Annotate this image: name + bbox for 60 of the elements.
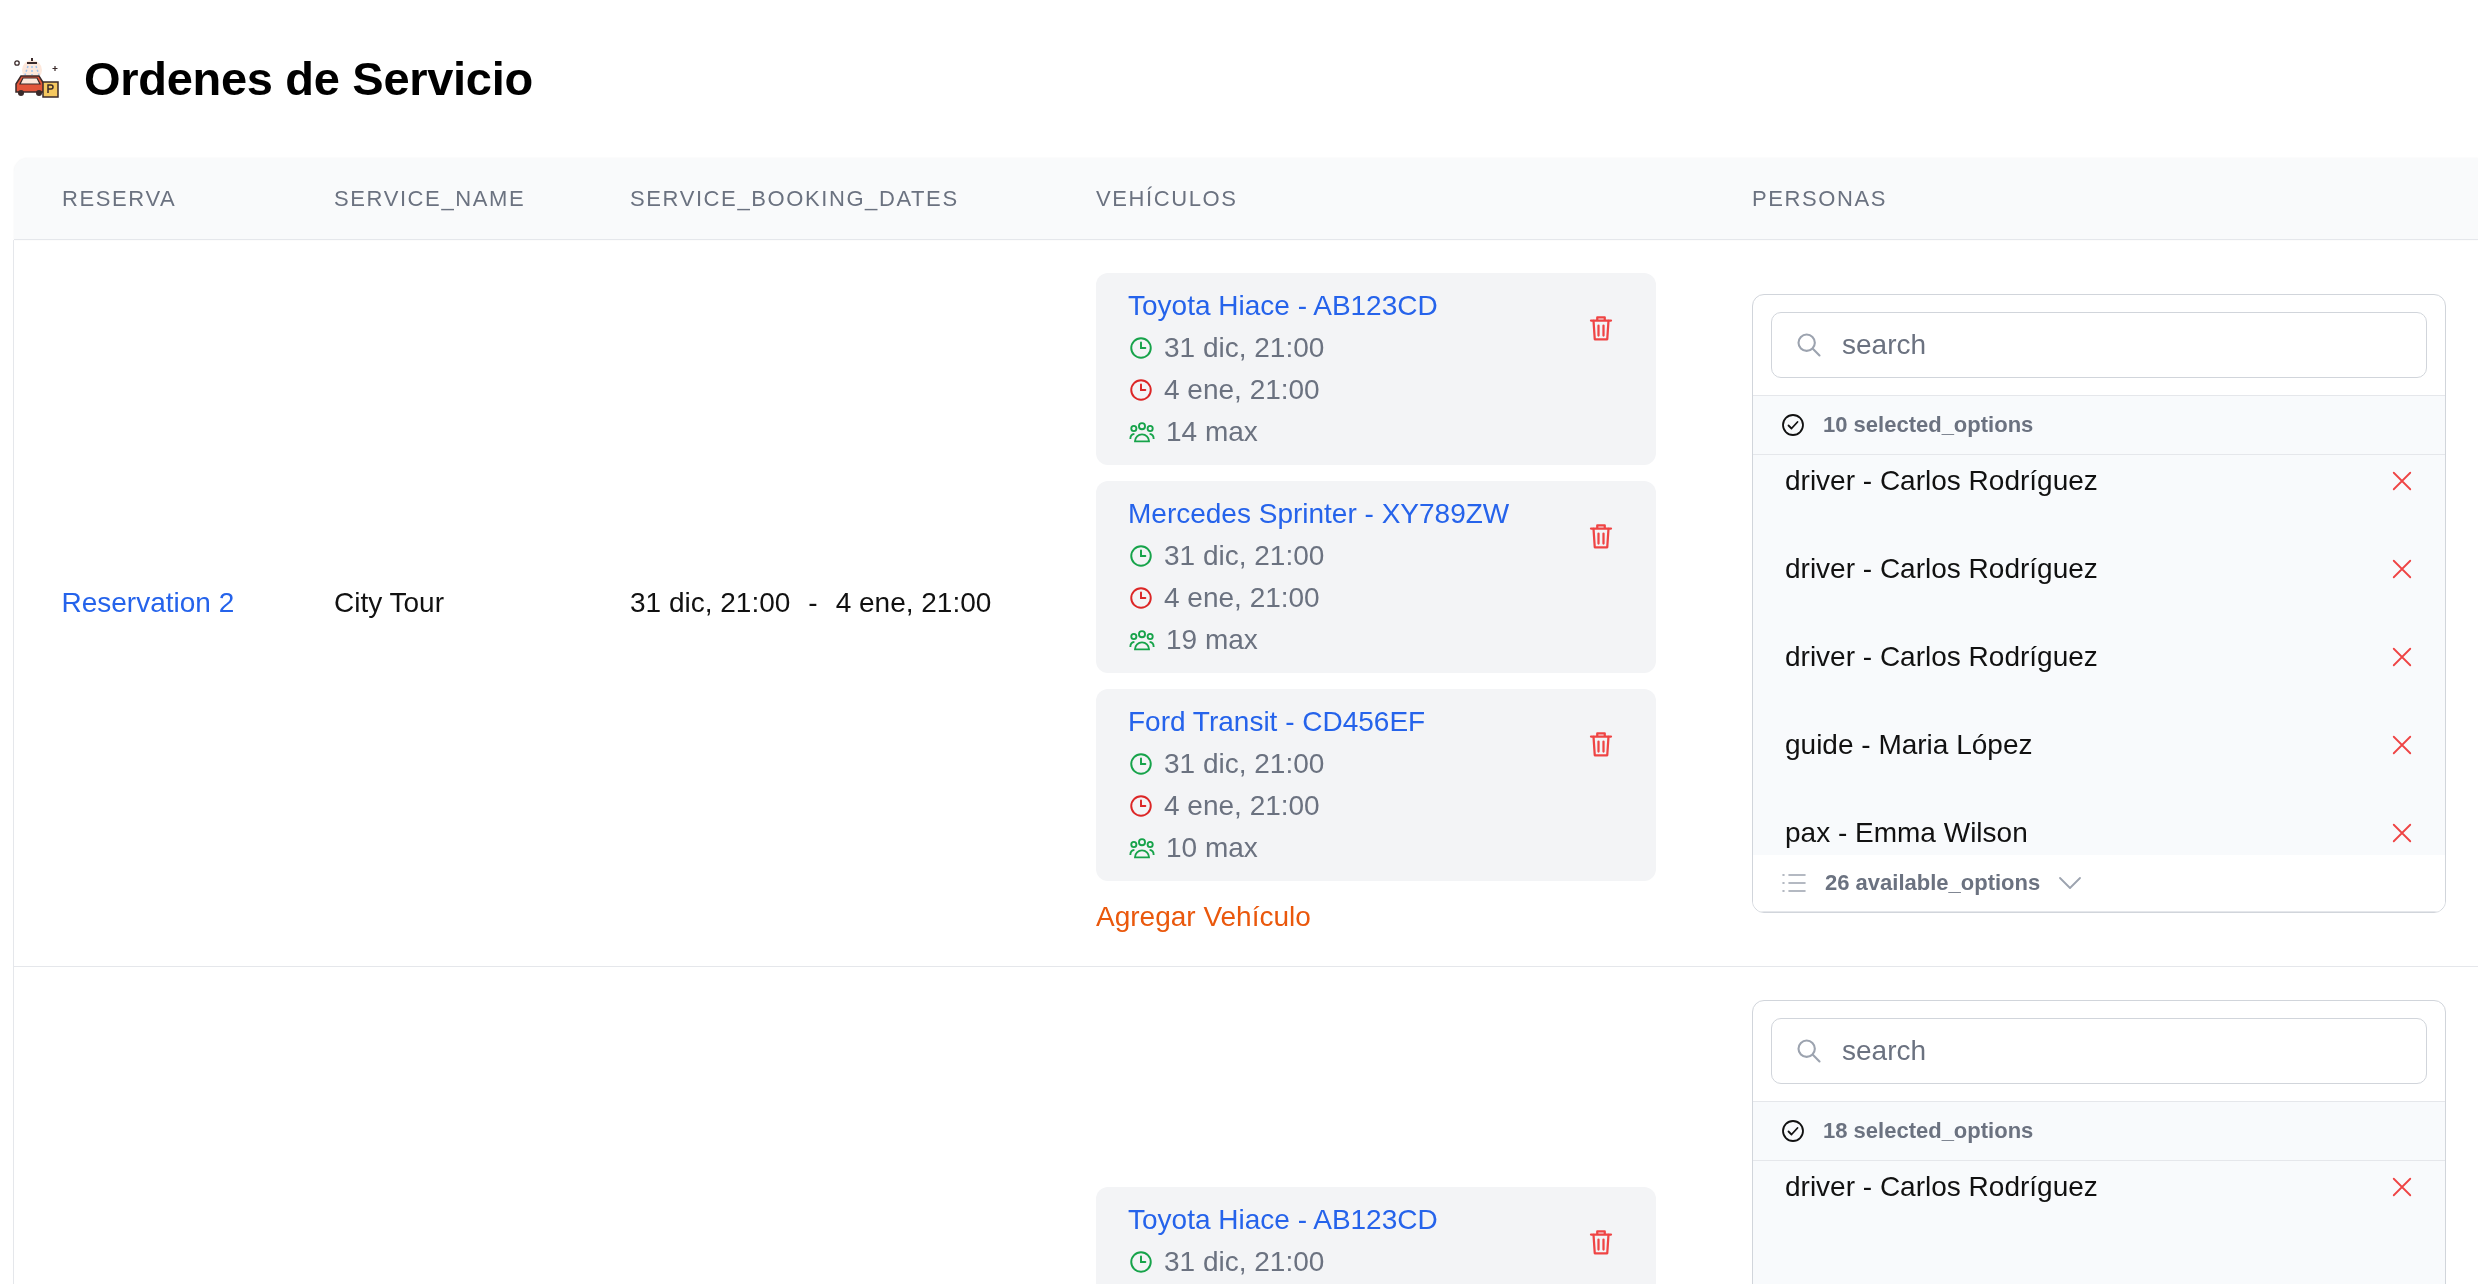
column-header: SERVICE_NAME — [333, 185, 527, 212]
clock-icon — [1128, 543, 1154, 569]
clock-icon — [1128, 751, 1154, 777]
search-icon — [1795, 1037, 1823, 1065]
column-header: SERVICE_BOOKING_DATES — [629, 185, 960, 212]
close-icon[interactable] — [2391, 469, 2413, 492]
vehicle-link[interactable]: Toyota Hiace - AB123CD — [1128, 1201, 1438, 1239]
booking-date: 4 ene, 21:00 — [835, 587, 992, 619]
selected-person[interactable]: driver - Carlos Rodríguez — [1785, 464, 2098, 497]
close-icon[interactable] — [2391, 557, 2413, 580]
clock-icon — [1128, 335, 1154, 361]
selected-person[interactable]: driver - Carlos Rodríguez — [1785, 1171, 2098, 1203]
selected-person[interactable]: driver - Carlos Rodríguez — [1785, 640, 2098, 673]
add-vehicle-link[interactable]: Agregar Vehículo — [1096, 901, 1311, 933]
service-name: City Tour — [334, 587, 444, 618]
car-wash-icon — [12, 56, 62, 100]
users-icon — [1128, 835, 1156, 861]
clock-icon — [1128, 1249, 1154, 1275]
clock-icon — [1128, 377, 1154, 403]
available-count[interactable]: 26 available_options — [1825, 869, 2041, 896]
column-header: PERSONAS — [1751, 185, 1889, 212]
search-icon — [1795, 330, 1823, 359]
vehicle-link[interactable]: Ford Transit - CD456EF — [1128, 703, 1426, 741]
reservation-link[interactable]: Reservation 2 — [61, 587, 235, 618]
selected-person[interactable]: guide - Maria López — [1785, 728, 2033, 761]
capacity-text: 14 max — [1166, 415, 1258, 449]
column-header: RESERVA — [61, 185, 178, 212]
end-time: 4 ene, 21:00 — [1164, 581, 1320, 615]
users-icon — [1128, 419, 1156, 445]
start-time: 31 dic, 21:00 — [1164, 539, 1325, 573]
capacity-text: 19 max — [1166, 623, 1258, 657]
search-field[interactable]: search — [1771, 1018, 2427, 1084]
close-icon[interactable] — [2391, 1176, 2413, 1198]
column-header: VEHÍCULOS — [1095, 185, 1239, 212]
vehicle-link[interactable]: Mercedes Sprinter - XY789ZW — [1128, 495, 1510, 533]
selected-count: 18 selected_options — [1823, 1118, 2034, 1144]
start-time: 31 dic, 21:00 — [1164, 1245, 1325, 1279]
capacity-text: 10 max — [1166, 831, 1258, 865]
end-time: 4 ene, 21:00 — [1164, 789, 1320, 823]
selected-person[interactable]: pax - Emma Wilson — [1785, 816, 2028, 849]
check-circle-icon — [1781, 412, 1805, 437]
clock-icon — [1128, 585, 1154, 611]
start-time: 31 dic, 21:00 — [1164, 331, 1325, 365]
selected-person[interactable]: driver - Carlos Rodríguez — [1785, 552, 2098, 585]
close-icon[interactable] — [2391, 821, 2413, 844]
check-circle-icon — [1781, 1119, 1805, 1143]
search-field[interactable]: search — [1771, 311, 2427, 378]
chevron-down-icon — [2058, 875, 2083, 890]
page-title: Ordenes de Servicio — [84, 50, 533, 106]
clock-icon — [1128, 793, 1154, 819]
list-icon — [1781, 871, 1807, 894]
booking-date: 31 dic, 21:00 — [630, 587, 791, 619]
end-time: 4 ene, 21:00 — [1164, 373, 1320, 407]
users-icon — [1128, 627, 1156, 653]
start-time: 31 dic, 21:00 — [1164, 747, 1325, 781]
close-icon[interactable] — [2391, 645, 2413, 668]
date-separator: - — [808, 587, 818, 619]
vehicle-link[interactable]: Toyota Hiace - AB123CD — [1128, 287, 1438, 325]
close-icon[interactable] — [2391, 733, 2413, 756]
selected-count: 10 selected_options — [1823, 411, 2034, 438]
